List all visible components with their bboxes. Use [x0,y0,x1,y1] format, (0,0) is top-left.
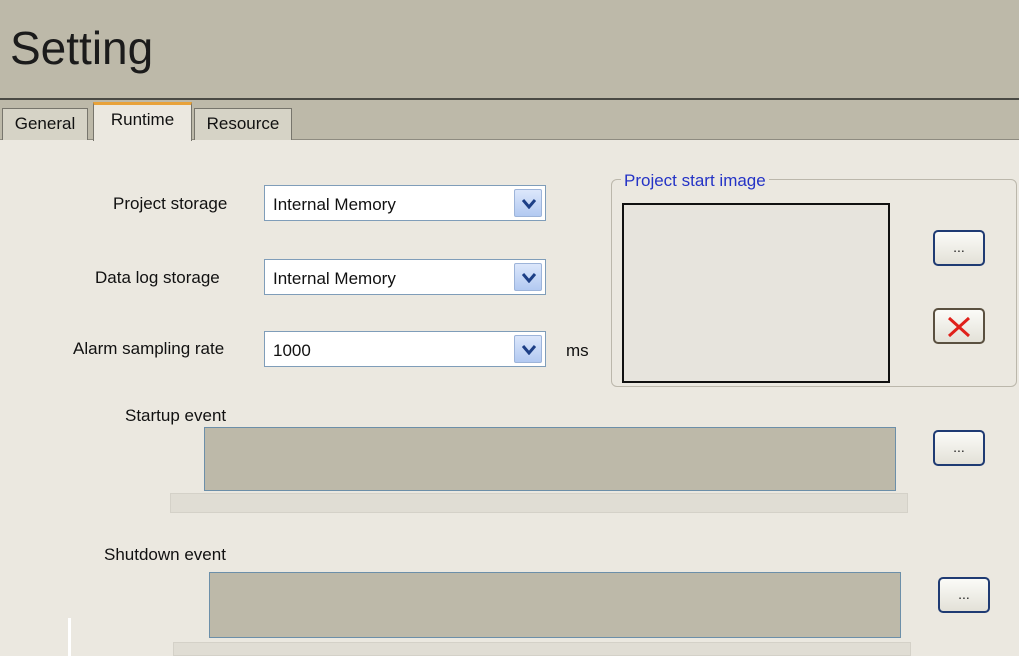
browse-start-image-button[interactable]: ... [933,230,985,266]
chevron-down-icon[interactable] [514,263,542,291]
close-icon [947,316,971,338]
tab-runtime[interactable]: Runtime [93,102,192,141]
project-start-image-title: Project start image [621,170,769,192]
project-storage-value: Internal Memory [273,195,396,214]
chevron-down-icon[interactable] [514,189,542,217]
data-log-storage-select[interactable]: Internal Memory [264,259,546,295]
page-title: Setting [10,22,154,74]
tab-general[interactable]: General [2,108,88,140]
shutdown-event-scrollbar[interactable] [173,642,911,656]
data-log-storage-label: Data log storage [95,268,220,287]
tab-resource[interactable]: Resource [194,108,292,140]
tab-bar: General Runtime Resource [0,100,1019,141]
project-storage-label: Project storage [113,194,228,213]
divider [68,618,71,656]
startup-event-scrollbar[interactable] [170,493,908,513]
project-storage-select[interactable]: Internal Memory [264,185,546,221]
ms-unit-label: ms [566,341,589,360]
shutdown-event-browse-button[interactable]: ... [938,577,990,613]
chevron-down-icon[interactable] [514,335,542,363]
project-start-image-preview [622,203,890,383]
startup-event-browse-button[interactable]: ... [933,430,985,466]
startup-event-field[interactable] [204,427,896,491]
shutdown-event-label: Shutdown event [104,545,226,564]
alarm-sampling-rate-select[interactable]: 1000 [264,331,546,367]
header: Setting [0,0,1019,100]
startup-event-label: Startup event [125,406,227,425]
shutdown-event-field[interactable] [209,572,901,638]
alarm-sampling-rate-label: Alarm sampling rate [73,339,225,358]
clear-start-image-button[interactable] [933,308,985,344]
alarm-sampling-rate-value: 1000 [273,341,311,360]
data-log-storage-value: Internal Memory [273,269,396,288]
